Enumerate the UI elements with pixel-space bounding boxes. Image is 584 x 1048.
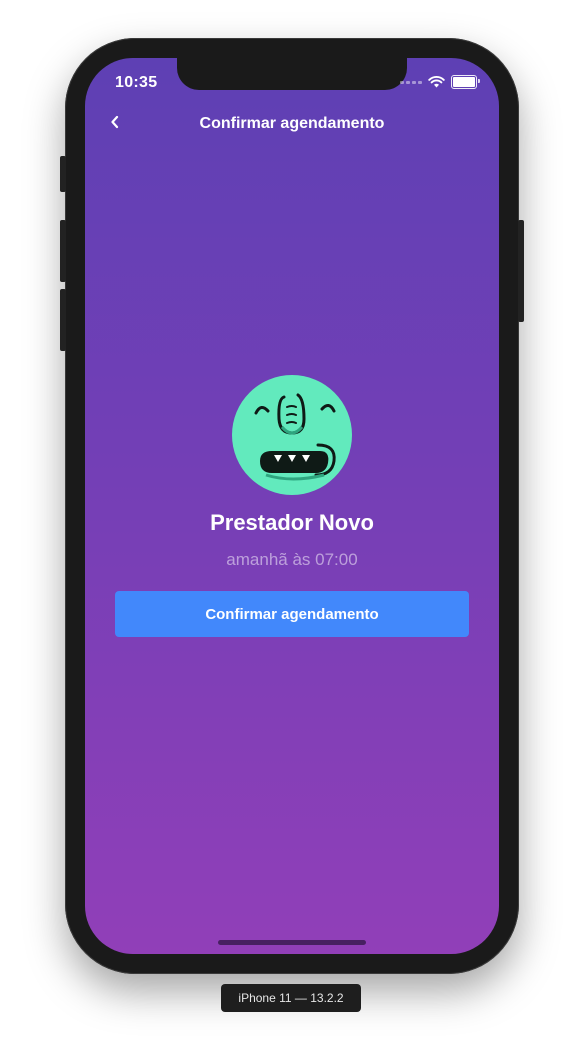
wifi-icon: [428, 76, 445, 88]
simulator-device-label: iPhone 11 — 13.2.2: [221, 984, 361, 1012]
confirm-appointment-button[interactable]: Confirmar agendamento: [115, 591, 469, 637]
volume-up-button: [60, 220, 66, 282]
page-title: Confirmar agendamento: [199, 115, 385, 132]
battery-icon: [451, 75, 480, 89]
appointment-datetime: amanhã às 07:00: [226, 550, 358, 569]
monster-avatar-icon: [254, 393, 336, 481]
volume-down-button: [60, 289, 66, 351]
app-screen: 10:35 Confirmar agendamento Prestador No…: [85, 58, 499, 954]
provider-avatar: [232, 375, 352, 495]
status-indicators: [400, 75, 480, 89]
device-notch: [177, 58, 407, 90]
status-time: 10:35: [115, 74, 158, 91]
signal-icon: [400, 80, 422, 84]
provider-name: Prestador Novo: [210, 510, 374, 535]
battery-level: [453, 77, 475, 87]
power-button: [518, 220, 524, 322]
home-indicator[interactable]: [218, 940, 366, 945]
mute-switch: [60, 156, 66, 192]
